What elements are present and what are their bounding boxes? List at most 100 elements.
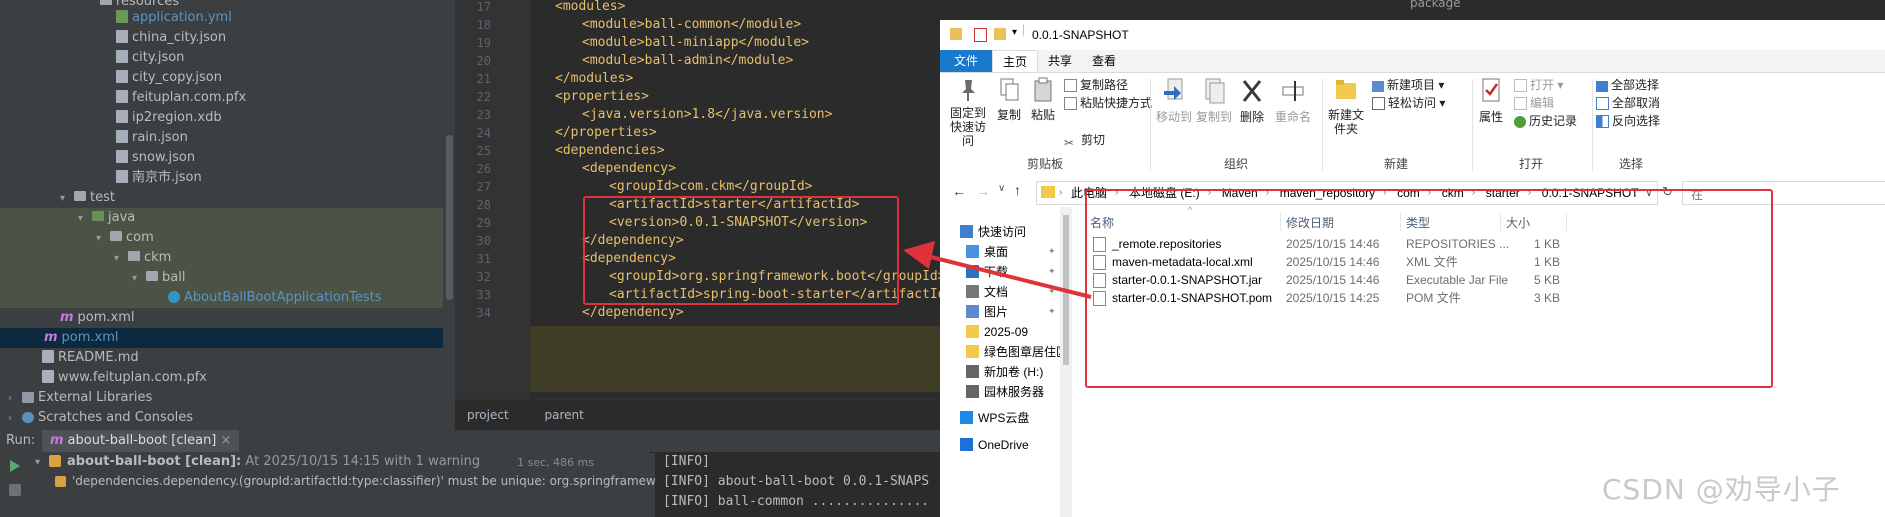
nav-item-icon [960,411,973,424]
delete-x-icon [1242,80,1262,102]
paste-shortcut-icon [1064,97,1077,110]
run-toolbar [0,452,35,517]
maven-icon: m [50,433,64,448]
tree-item-file[interactable]: application.yml [0,8,455,28]
copy-path-icon [1064,79,1077,92]
easy-access-icon [1372,97,1385,110]
run-status-row[interactable]: ▾ about-ball-boot [clean]: At 2025/10/15 … [35,454,480,469]
tab-home[interactable]: 主页 [992,50,1038,73]
tree-item-ball[interactable]: ▾ ball [0,268,455,288]
tree-item-com[interactable]: ▾ com [0,228,455,248]
breadcrumb-project[interactable]: project [467,408,509,422]
cut-button[interactable]: ✂ 剪切 [1064,131,1105,150]
settings-icon[interactable] [9,484,21,496]
tree-item-pfx[interactable]: www.feituplan.com.pfx [0,368,455,388]
rename-button[interactable]: 重命名 [1272,77,1314,125]
nav-item[interactable]: 新加卷 (H:) [966,362,1043,382]
watermark: CSDN @劝导小子 [1602,473,1841,506]
open-button[interactable]: 打开 ▾ [1514,76,1563,93]
run-console[interactable]: [INFO] [INFO] about-ball-boot 0.0.1-SNAP… [655,452,940,517]
pin-quick-access-button[interactable]: 固定到快速访问 [946,77,990,148]
maven-icon: m [44,330,58,345]
easy-access-button[interactable]: 轻松访问 ▾ [1372,94,1445,111]
properties-button[interactable]: 属性 [1476,77,1506,125]
forward-arrow-icon[interactable]: → [976,183,990,199]
new-folder-button[interactable]: 新建文件夹 [1326,77,1366,136]
highlight-repository-folder [1085,189,1773,388]
copy-path-button[interactable]: 复制路径 [1064,76,1128,93]
tree-item-file[interactable]: feituplan.com.pfx [0,88,455,108]
tree-item-file[interactable]: china_city.json [0,28,455,48]
file-icon [116,110,128,123]
nav-item[interactable]: OneDrive [960,435,1029,455]
tree-item-pom-root[interactable]: m pom.xml [0,328,455,348]
nav-item[interactable]: 绿色图章居住区 [966,342,1068,362]
history-button[interactable]: 历史记录 [1514,112,1577,129]
tree-item-test[interactable]: ▾ test [0,188,455,208]
run-warning-row[interactable]: 'dependencies.dependency.(groupId:artifa… [55,474,656,488]
nav-item[interactable]: WPS云盘 [960,408,1029,428]
move-to-button[interactable]: 移动到 [1156,77,1192,125]
tab-view[interactable]: 查看 [1082,50,1126,72]
tree-item-file[interactable]: city_copy.json [0,68,455,88]
tree-item-ckm[interactable]: ▾ ckm [0,248,455,268]
rename-icon [1282,81,1304,101]
editor-breadcrumb: project parent [455,399,940,430]
folder-icon [1041,186,1055,198]
file-icon [116,90,128,103]
tree-item-file[interactable]: snow.json [0,148,455,168]
nav-item[interactable]: 园林服务器 [966,382,1044,402]
annotation-arrow [903,241,1092,299]
up-arrow-icon[interactable]: ↑ [1014,182,1021,198]
folder-icon [92,211,104,221]
copy-to-button[interactable]: 复制到 [1196,77,1232,125]
customize-quick-access-icon[interactable]: ▾ [1012,27,1017,38]
paste-shortcut-button[interactable]: 粘贴快捷方式 [1064,94,1152,111]
line-number: 34 [476,306,491,320]
move-to-icon [1164,78,1183,100]
file-icon [116,50,128,63]
select-none-button[interactable]: 全部取消 [1596,94,1660,111]
tab-share[interactable]: 共享 [1038,50,1082,72]
tree-item-java[interactable]: ▾ java [0,208,455,228]
tab-file[interactable]: 文件 [940,50,992,72]
tree-scroll-thumb[interactable] [446,135,453,300]
invert-selection-icon [1596,115,1609,128]
explorer-title-bar: ▾ | 0.0.1-SNAPSHOT [940,20,1885,50]
recent-locations-icon[interactable]: ∨ [998,183,1005,194]
class-icon [168,291,180,303]
tree-item-file[interactable]: city.json [0,48,455,68]
new-item-button[interactable]: 新建项目 ▾ [1372,76,1444,93]
copy-button[interactable]: 复制 [994,77,1024,123]
tree-item-external-libraries[interactable]: › External Libraries [0,388,455,408]
paste-button[interactable]: 粘贴 [1028,77,1058,123]
tree-item-file[interactable]: rain.json [0,128,455,148]
close-icon[interactable]: × [221,433,232,448]
folder-icon [110,231,122,241]
tree-item-readme[interactable]: README.md [0,348,455,368]
nav-item[interactable]: 2025-09 [966,322,1028,342]
tree-item-file[interactable]: 南京市.json [0,168,455,188]
invert-selection-button[interactable]: 反向选择 [1596,112,1660,129]
run-tab-clean[interactable]: m about-ball-boot [clean] × [42,430,240,452]
tree-item-test-class[interactable]: AboutBallBootApplicationTests [0,288,455,308]
properties-quick-icon[interactable] [974,28,987,42]
tree-item-scratches[interactable]: › Scratches and Consoles [0,408,455,428]
select-all-button[interactable]: 全部选择 [1596,76,1659,93]
scissors-icon: ✂ [1064,136,1075,150]
paste-icon [1034,77,1052,102]
history-icon [1514,116,1526,128]
new-folder-quick-icon[interactable] [994,28,1006,40]
rerun-icon[interactable] [10,460,20,472]
code-line[interactable]: 34 </dependency> [455,302,940,324]
tree-item-file[interactable]: ip2region.xdb [0,108,455,128]
breadcrumb-parent[interactable]: parent [544,408,583,422]
highlight-pom-dependency [583,196,899,305]
open-icon [1514,79,1527,92]
nav-item-icon [966,365,979,378]
delete-button[interactable]: 删除 [1237,77,1267,125]
edit-button[interactable]: 编辑 [1514,94,1554,111]
back-arrow-icon[interactable]: ← [952,183,966,199]
group-open-label: 打开 [1518,157,1543,171]
tree-item-pom-module[interactable]: m pom.xml [0,308,455,328]
